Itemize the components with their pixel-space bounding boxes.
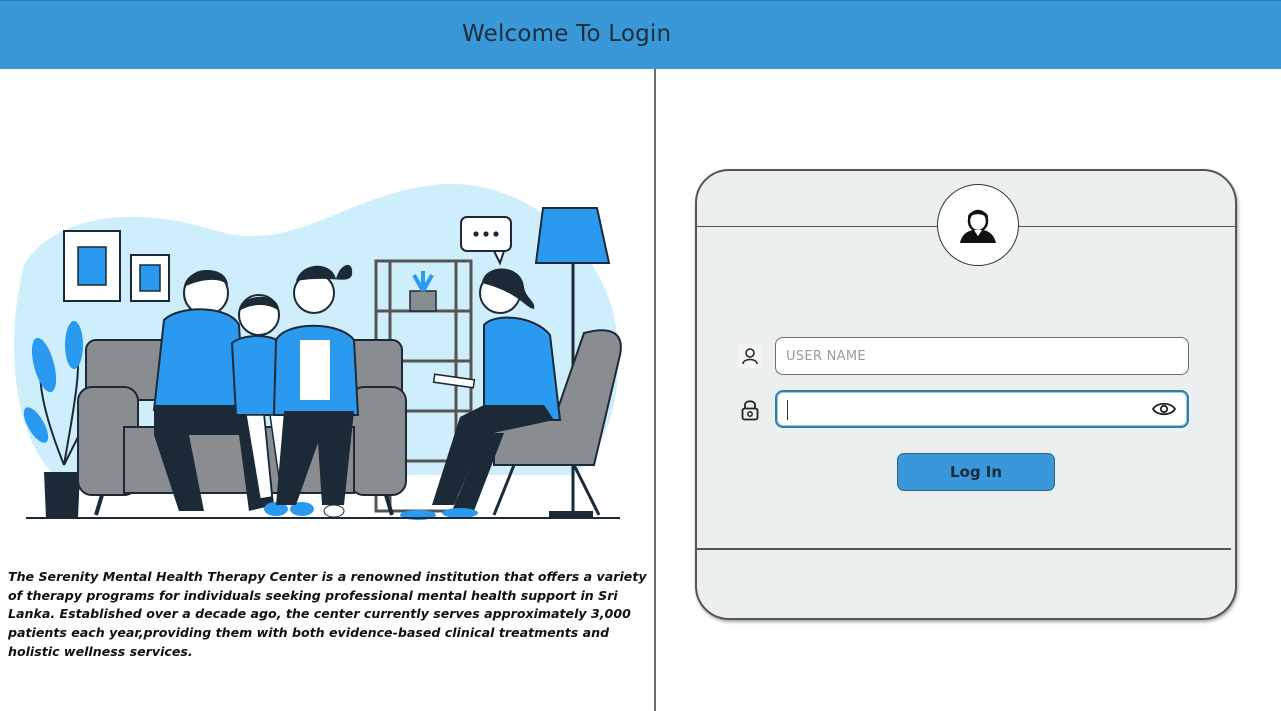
user-avatar-icon: [937, 184, 1019, 266]
lock-icon: [738, 398, 762, 422]
eye-icon[interactable]: [1151, 399, 1177, 419]
user-icon: [738, 344, 762, 368]
page-title: Welcome To Login: [462, 21, 672, 47]
login-button[interactable]: Log In: [897, 453, 1055, 491]
header-bar: Welcome To Login: [0, 0, 1281, 69]
password-input[interactable]: [775, 390, 1189, 428]
center-description: The Serenity Mental Health Therapy Cente…: [8, 569, 647, 659]
username-input[interactable]: [775, 337, 1189, 375]
vertical-divider: [654, 69, 656, 711]
card-bottom-divider: [697, 548, 1231, 550]
therapy-session-illustration: [14, 183, 622, 520]
text-caret: [787, 400, 788, 420]
login-card: Log In: [695, 169, 1237, 620]
